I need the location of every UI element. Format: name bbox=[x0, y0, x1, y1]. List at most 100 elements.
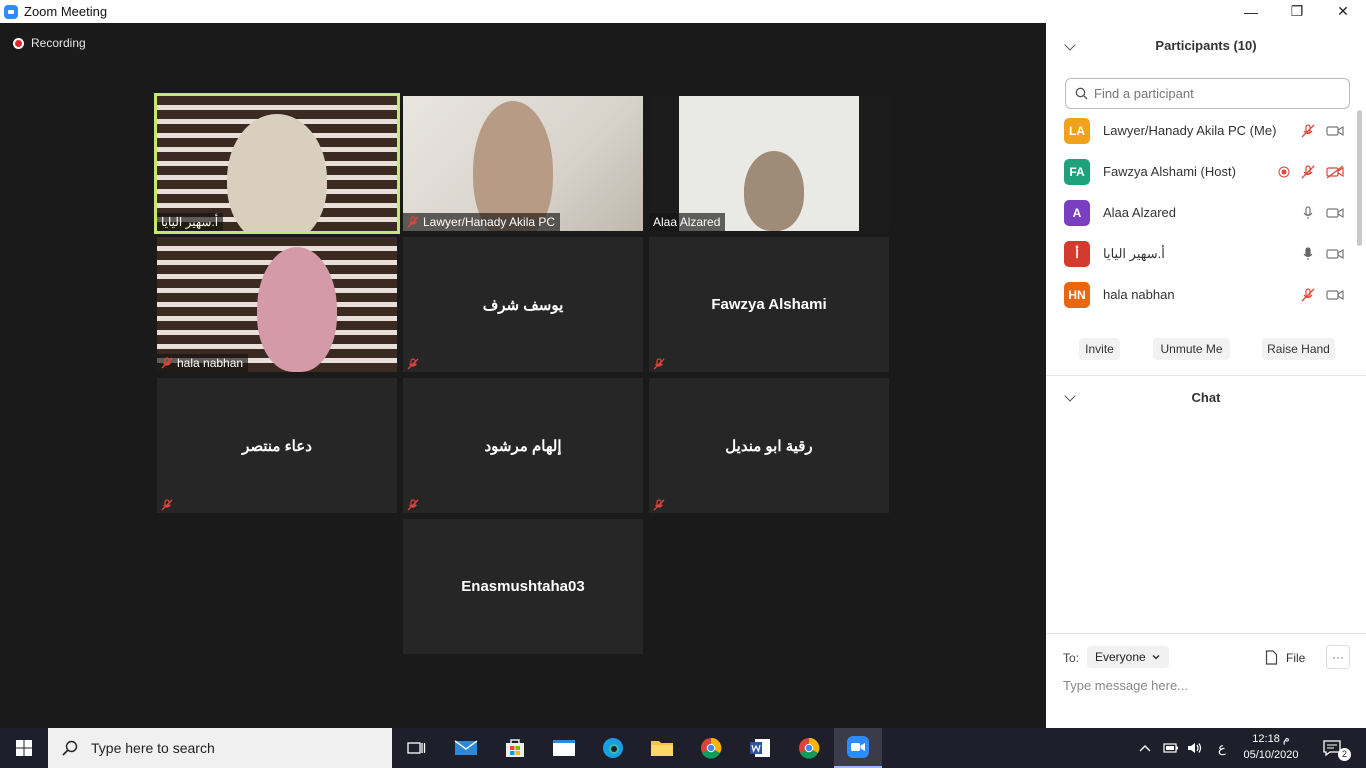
video-camera-icon[interactable] bbox=[1326, 288, 1344, 302]
participant-row[interactable]: FA Fawzya Alshami (Host) bbox=[1046, 151, 1356, 192]
close-button[interactable]: ✕ bbox=[1320, 0, 1366, 23]
tile-center-name: إلهام مرشود bbox=[484, 437, 562, 455]
chrome-icon bbox=[701, 737, 722, 759]
title-bar: Zoom Meeting — ❐ ✕ bbox=[0, 0, 1366, 23]
mic-muted-icon[interactable] bbox=[1300, 123, 1316, 139]
mic-muted-icon[interactable] bbox=[1300, 287, 1316, 303]
video-camera-icon[interactable] bbox=[1326, 124, 1344, 138]
participant-row[interactable]: LA Lawyer/Hanady Akila PC (Me) bbox=[1046, 110, 1356, 151]
task-view-icon bbox=[407, 742, 426, 754]
avatar: LA bbox=[1064, 117, 1090, 144]
taskbar-window[interactable] bbox=[540, 728, 588, 768]
to-label: To: bbox=[1063, 651, 1080, 665]
participant-name: hala nabhan bbox=[1103, 287, 1175, 302]
input-language[interactable]: ع bbox=[1218, 740, 1226, 756]
restore-button[interactable]: ❐ bbox=[1274, 0, 1320, 23]
video-camera-icon[interactable] bbox=[1326, 247, 1344, 261]
meeting-area: Recording أ.سهير اليايا Lawyer/Hanady Ak… bbox=[0, 23, 1046, 728]
video-tile[interactable]: دعاء منتصر bbox=[157, 378, 397, 513]
taskbar-word[interactable] bbox=[736, 728, 784, 768]
mic-muted-icon bbox=[161, 357, 173, 369]
zoom-app-icon bbox=[847, 736, 869, 758]
taskbar-chrome-2[interactable] bbox=[785, 728, 833, 768]
participant-row[interactable]: أ أ.سهير اليايا bbox=[1046, 233, 1356, 274]
video-tile[interactable]: إلهام مرشود bbox=[403, 378, 643, 513]
recording-icon bbox=[1278, 166, 1290, 177]
participant-video bbox=[473, 101, 553, 231]
volume-icon[interactable] bbox=[1186, 741, 1204, 755]
participant-video bbox=[257, 247, 337, 372]
participant-list-scrollbar[interactable] bbox=[1357, 110, 1362, 246]
taskbar-zoom[interactable] bbox=[834, 728, 882, 768]
video-tile[interactable]: hala nabhan bbox=[157, 237, 397, 372]
file-icon bbox=[1265, 650, 1278, 665]
video-off-icon[interactable] bbox=[1326, 164, 1344, 179]
chevron-down-icon bbox=[1152, 655, 1160, 660]
tile-center-name: Enasmushtaha03 bbox=[461, 578, 585, 595]
folder-icon bbox=[651, 741, 673, 756]
side-panel: Participants (10) LA Lawyer/Hanady Akila… bbox=[1046, 23, 1366, 728]
file-label: File bbox=[1286, 650, 1306, 665]
avatar: HN bbox=[1064, 281, 1090, 308]
file-button[interactable]: File bbox=[1265, 650, 1305, 665]
edge-browser-icon bbox=[603, 738, 623, 758]
mic-muted-icon[interactable] bbox=[1300, 164, 1316, 180]
video-tile[interactable]: رقية ابو منديل bbox=[649, 378, 889, 513]
notification-count-badge: 2 bbox=[1338, 747, 1351, 761]
chat-composer: To: Everyone File ··· bbox=[1046, 633, 1366, 728]
task-view-button[interactable] bbox=[392, 728, 440, 768]
unmute-me-button[interactable]: Unmute Me bbox=[1153, 338, 1230, 360]
taskbar-edge[interactable] bbox=[589, 728, 637, 768]
start-button[interactable] bbox=[0, 728, 48, 768]
chat-message-input[interactable] bbox=[1063, 678, 1353, 693]
minimize-button[interactable]: — bbox=[1228, 0, 1274, 23]
more-options-button[interactable]: ··· bbox=[1326, 645, 1350, 669]
window-controls: — ❐ ✕ bbox=[1228, 0, 1366, 23]
invite-button[interactable]: Invite bbox=[1079, 338, 1120, 360]
tile-name-label: Lawyer/Hanady Akila PC bbox=[403, 213, 561, 231]
mic-muted-icon bbox=[161, 499, 173, 511]
tile-center-name: Fawzya Alshami bbox=[711, 296, 827, 313]
taskbar-mail[interactable] bbox=[442, 728, 490, 768]
taskbar-search[interactable]: Type here to search bbox=[48, 728, 392, 768]
taskbar-chrome-1[interactable] bbox=[687, 728, 735, 768]
recording-indicator[interactable]: Recording bbox=[13, 36, 86, 50]
tile-center-name: يوسف شرف bbox=[482, 296, 564, 314]
taskbar-store[interactable] bbox=[491, 728, 539, 768]
recipient-dropdown[interactable]: Everyone bbox=[1087, 646, 1169, 668]
participant-name: Fawzya Alshami (Host) bbox=[1103, 164, 1236, 179]
chevron-up-icon[interactable] bbox=[1138, 743, 1152, 753]
app-window-icon bbox=[553, 740, 575, 756]
video-tile[interactable]: Alaa Alzared bbox=[649, 96, 889, 231]
taskbar-search-placeholder: Type here to search bbox=[91, 740, 215, 756]
taskbar-explorer[interactable] bbox=[638, 728, 686, 768]
participant-row[interactable]: A Alaa Alzared bbox=[1046, 192, 1356, 233]
clock-date: 05/10/2020 bbox=[1243, 749, 1299, 761]
search-input[interactable] bbox=[1094, 86, 1334, 101]
tile-center-name: دعاء منتصر bbox=[242, 437, 312, 455]
video-camera-icon[interactable] bbox=[1326, 206, 1344, 220]
participant-row[interactable]: HN hala nabhan bbox=[1046, 274, 1356, 315]
word-icon bbox=[750, 739, 770, 757]
mic-muted-icon bbox=[653, 358, 665, 370]
video-tile[interactable]: أ.سهير اليايا bbox=[154, 93, 400, 234]
notification-center[interactable]: 2 bbox=[1322, 728, 1351, 768]
video-tile[interactable]: Enasmushtaha03 bbox=[403, 519, 643, 654]
avatar: FA bbox=[1064, 158, 1090, 185]
taskbar: Type here to search ع م 12:18 05/10/2020 bbox=[0, 728, 1366, 768]
raise-hand-button[interactable]: Raise Hand bbox=[1262, 338, 1335, 360]
video-tile[interactable]: Fawzya Alshami bbox=[649, 237, 889, 372]
clock[interactable]: م 12:18 05/10/2020 bbox=[1242, 731, 1300, 763]
mic-speaking-icon[interactable] bbox=[1300, 246, 1316, 262]
video-tile[interactable]: Lawyer/Hanady Akila PC bbox=[403, 96, 643, 231]
video-tile[interactable]: يوسف شرف bbox=[403, 237, 643, 372]
avatar: A bbox=[1064, 199, 1090, 226]
battery-power-icon[interactable] bbox=[1162, 741, 1180, 755]
chat-title: Chat bbox=[1191, 390, 1221, 405]
participant-list: LA Lawyer/Hanady Akila PC (Me) FA Fawzya… bbox=[1046, 110, 1356, 315]
participant-video bbox=[227, 114, 327, 231]
search-icon bbox=[1075, 87, 1088, 100]
mic-icon[interactable] bbox=[1300, 205, 1316, 221]
participant-search[interactable] bbox=[1065, 78, 1350, 109]
participant-name: Alaa Alzared bbox=[1103, 205, 1176, 220]
